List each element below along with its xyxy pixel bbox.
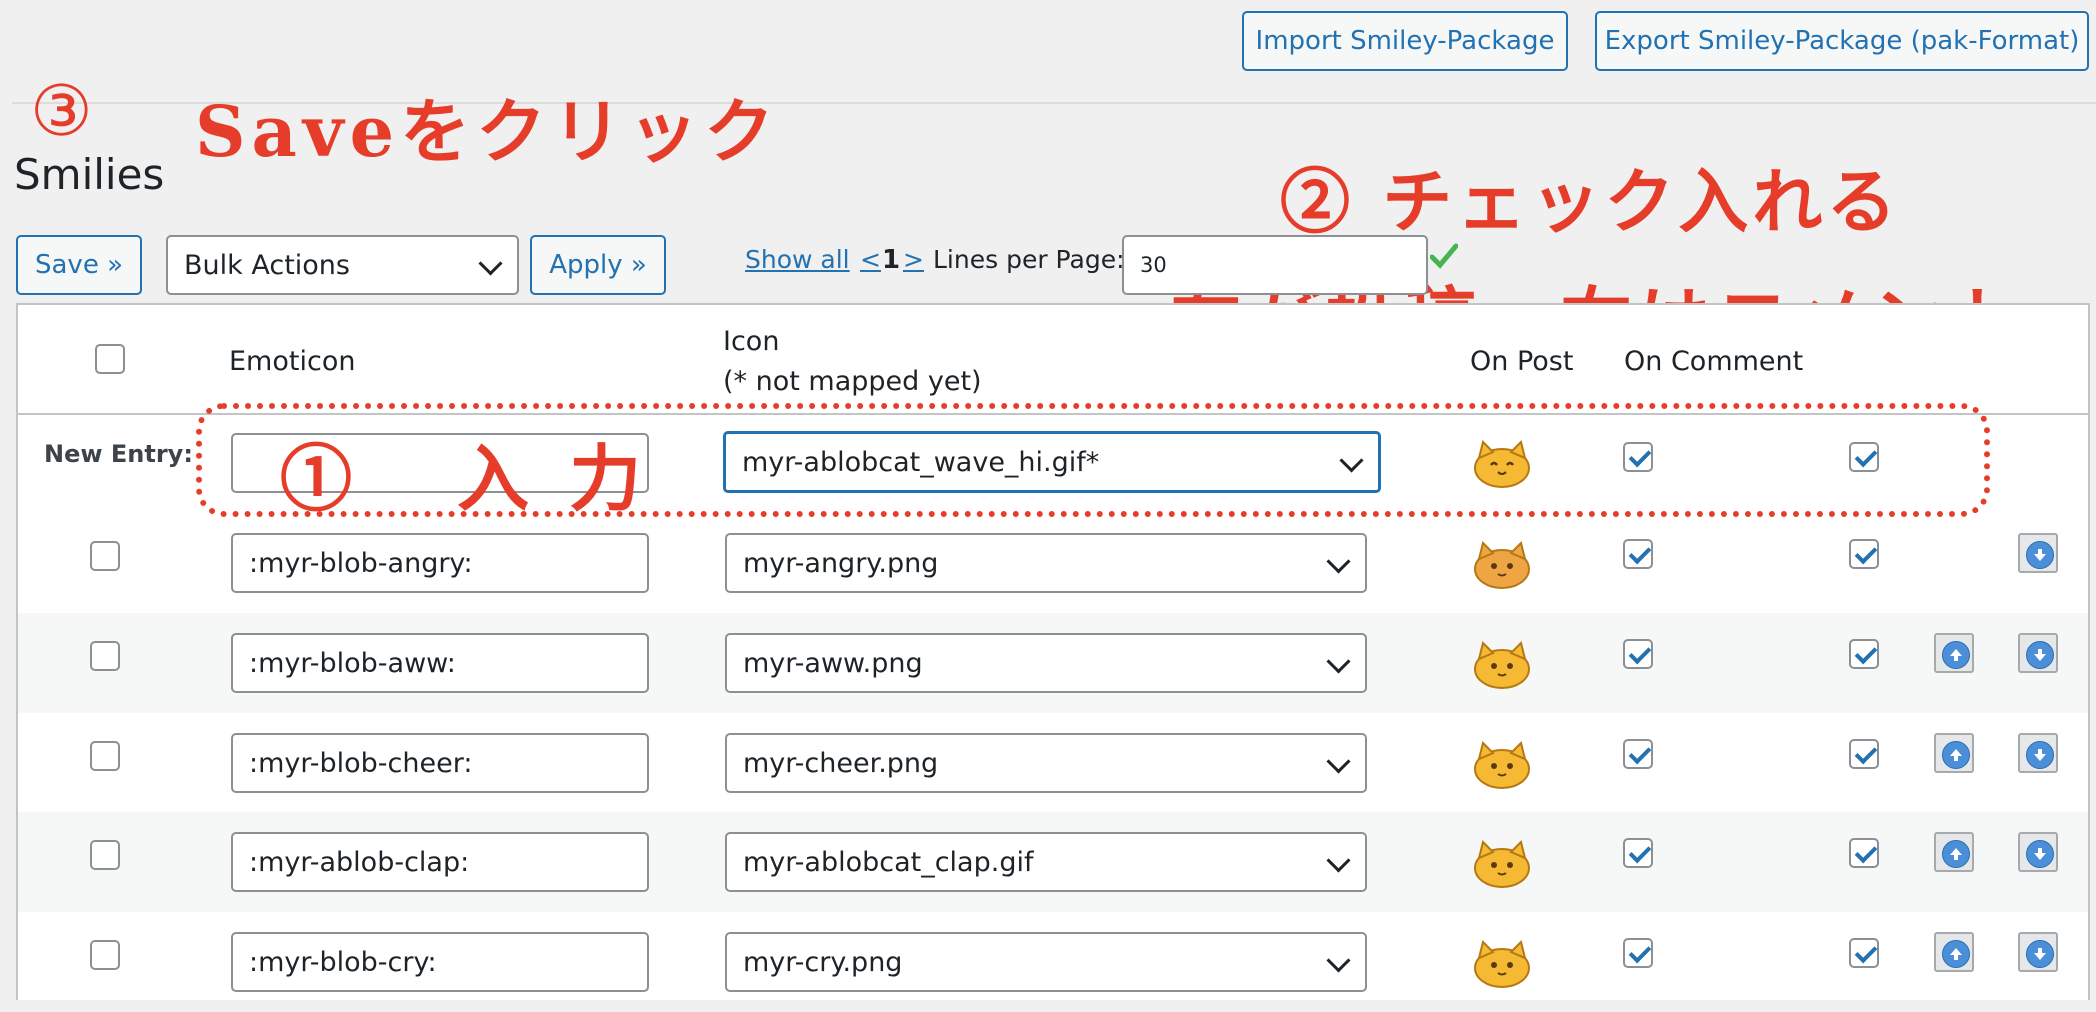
- cat-emoji-icon: [1474, 741, 1530, 789]
- arrow-down-icon: [2026, 541, 2054, 569]
- arrow-up-icon: [1942, 940, 1970, 968]
- column-header-emoticon: Emoticon: [229, 346, 356, 377]
- prev-page-link[interactable]: <: [860, 245, 881, 274]
- row-on-comment-checkbox[interactable]: [1849, 639, 1879, 669]
- chevron-down-icon: [1326, 749, 1351, 774]
- current-page-number: 1: [882, 245, 901, 275]
- arrow-up-icon: [1942, 741, 1970, 769]
- row-select-checkbox[interactable]: [90, 940, 120, 970]
- column-header-icon: Icon: [723, 326, 780, 357]
- arrow-down-icon: [2026, 641, 2054, 669]
- chevron-down-icon: [1326, 948, 1351, 973]
- row-select-checkbox[interactable]: [90, 741, 120, 771]
- row-emoticon-input[interactable]: :myr-blob-angry:: [231, 533, 649, 593]
- row-on-comment-checkbox[interactable]: [1849, 539, 1879, 569]
- column-header-on-comment: On Comment: [1624, 346, 1804, 377]
- row-icon-value: myr-aww.png: [743, 647, 923, 679]
- annotation-step2-text: ② チェック入れる: [1280, 160, 1901, 243]
- export-smiley-package-button[interactable]: Export Smiley-Package (pak-Format): [1595, 11, 2089, 71]
- row-on-post-checkbox[interactable]: [1623, 938, 1653, 968]
- annotation-step3-number: ③: [30, 70, 93, 152]
- chevron-down-icon: [1326, 549, 1351, 574]
- save-button[interactable]: Save »: [16, 235, 142, 295]
- arrow-up-icon: [1942, 641, 1970, 669]
- next-page-link-text[interactable]: >: [903, 245, 924, 274]
- move-down-button[interactable]: [2018, 832, 2058, 872]
- annotation-step1-text: ① 入力: [280, 436, 682, 521]
- page-title: Smilies: [14, 150, 165, 199]
- row-icon-value: myr-cheer.png: [743, 747, 939, 779]
- row-on-comment-checkbox[interactable]: [1849, 838, 1879, 868]
- bulk-actions-select[interactable]: Bulk Actions: [166, 235, 519, 295]
- arrow-down-icon: [2026, 741, 2054, 769]
- row-emoticon-input[interactable]: :myr-blob-cheer:: [231, 733, 649, 793]
- row-on-post-checkbox[interactable]: [1623, 838, 1653, 868]
- cat-emoji-icon: [1474, 541, 1530, 589]
- cat-emoji-icon: [1474, 840, 1530, 888]
- chevron-down-icon: [478, 251, 503, 276]
- move-down-button[interactable]: [2018, 533, 2058, 573]
- cat-emoji-icon: [1474, 641, 1530, 689]
- bulk-actions-value: Bulk Actions: [184, 249, 350, 281]
- chevron-down-icon: [1326, 848, 1351, 873]
- show-all-link[interactable]: Show all: [745, 245, 850, 274]
- move-up-button[interactable]: [1934, 633, 1974, 673]
- row-icon-select[interactable]: myr-cry.png: [725, 932, 1367, 992]
- arrow-down-icon: [2026, 840, 2054, 868]
- show-all-link-text[interactable]: Show all: [745, 245, 850, 274]
- row-on-comment-checkbox[interactable]: [1849, 938, 1879, 968]
- row-icon-select[interactable]: myr-aww.png: [725, 633, 1367, 693]
- arrow-down-icon: [2026, 940, 2054, 968]
- column-header-icon-note: (* not mapped yet): [723, 366, 982, 397]
- apply-button[interactable]: Apply »: [530, 235, 666, 295]
- move-up-button[interactable]: [1934, 733, 1974, 773]
- row-on-post-checkbox[interactable]: [1623, 639, 1653, 669]
- row-icon-value: myr-ablobcat_clap.gif: [743, 846, 1034, 878]
- arrow-up-icon: [1942, 840, 1970, 868]
- move-down-button[interactable]: [2018, 733, 2058, 773]
- select-all-checkbox[interactable]: [95, 344, 125, 374]
- row-on-post-checkbox[interactable]: [1623, 539, 1653, 569]
- row-icon-select[interactable]: myr-ablobcat_clap.gif: [725, 832, 1367, 892]
- row-select-checkbox[interactable]: [90, 641, 120, 671]
- move-down-button[interactable]: [2018, 633, 2058, 673]
- row-on-comment-checkbox[interactable]: [1849, 739, 1879, 769]
- row-emoticon-input[interactable]: :myr-blob-cry:: [231, 932, 649, 992]
- row-emoticon-input[interactable]: :myr-ablob-clap:: [231, 832, 649, 892]
- row-icon-value: myr-cry.png: [743, 946, 903, 978]
- move-up-button[interactable]: [1934, 932, 1974, 972]
- lines-per-page-input[interactable]: 30: [1122, 235, 1428, 295]
- row-select-checkbox[interactable]: [90, 840, 120, 870]
- row-emoticon-input[interactable]: :myr-blob-aww:: [231, 633, 649, 693]
- new-entry-label: New Entry:: [44, 440, 193, 468]
- next-page-link[interactable]: >: [903, 245, 924, 274]
- prev-page-link-text[interactable]: <: [860, 245, 881, 274]
- column-header-on-post: On Post: [1470, 346, 1574, 377]
- row-on-post-checkbox[interactable]: [1623, 739, 1653, 769]
- chevron-down-icon: [1326, 649, 1351, 674]
- import-smiley-package-button[interactable]: Import Smiley-Package: [1242, 11, 1568, 71]
- move-down-button[interactable]: [2018, 932, 2058, 972]
- cat-emoji-icon: [1474, 940, 1530, 988]
- move-up-button[interactable]: [1934, 832, 1974, 872]
- row-icon-select[interactable]: myr-angry.png: [725, 533, 1367, 593]
- checkmark-icon: [1430, 243, 1458, 269]
- annotation-step3-text: Saveをクリック: [195, 90, 781, 173]
- row-select-checkbox[interactable]: [90, 541, 120, 571]
- row-icon-value: myr-angry.png: [743, 547, 939, 579]
- lines-per-page-label: Lines per Page:: [933, 245, 1125, 274]
- row-icon-select[interactable]: myr-cheer.png: [725, 733, 1367, 793]
